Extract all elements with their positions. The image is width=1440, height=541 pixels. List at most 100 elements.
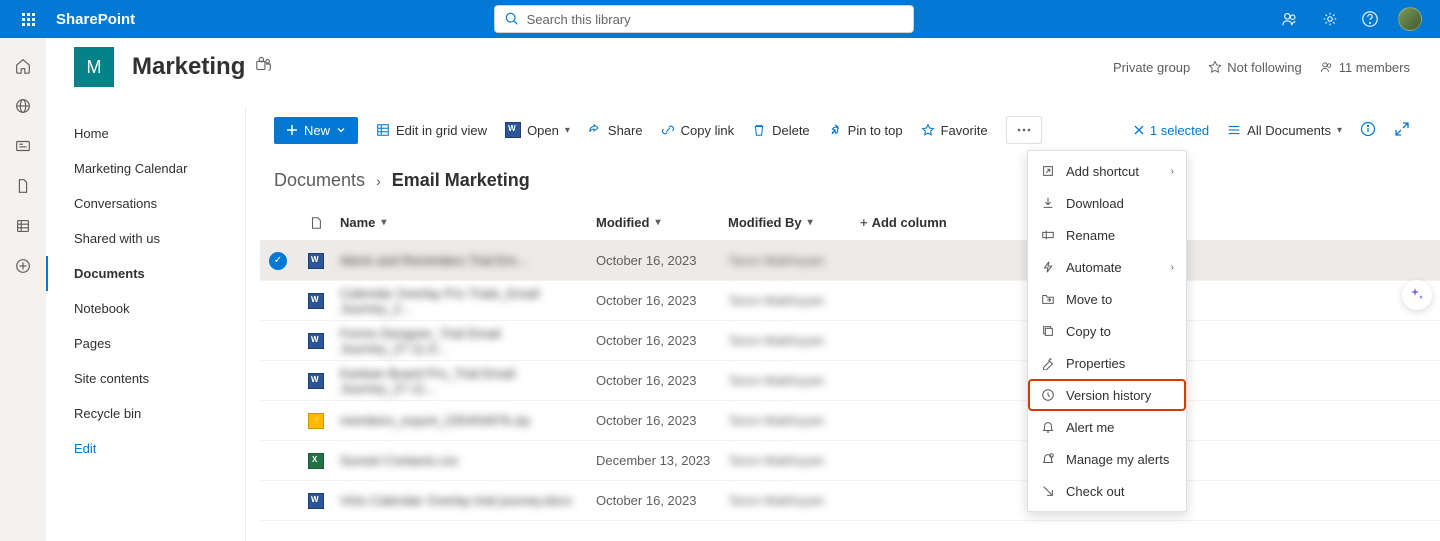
site-title: Marketing <box>132 53 245 81</box>
waffle-icon <box>22 13 35 26</box>
table-row[interactable]: Forms Designer_Trial Email Journey_27.11… <box>260 321 1440 361</box>
menu-item-shortcut[interactable]: Add shortcut› <box>1028 155 1186 187</box>
table-row[interactable]: Kanban Board Pro_Trial Email Journey_27.… <box>260 361 1440 401</box>
site-header: M Marketing Private group Not following … <box>46 38 1440 96</box>
column-modified[interactable]: Modified▾ <box>596 215 728 230</box>
file-type-icon <box>308 293 324 309</box>
help-icon[interactable] <box>1352 0 1388 38</box>
modified-by: Taron Makhoyan <box>728 453 824 468</box>
delete-button[interactable]: Delete <box>752 123 810 138</box>
menu-item-alert[interactable]: Alert me <box>1028 411 1186 443</box>
nav-marketing-calendar[interactable]: Marketing Calendar <box>50 151 245 186</box>
lists-icon[interactable] <box>1 208 45 244</box>
file-name: Sunset Contacts.csv <box>340 453 459 468</box>
more-icon <box>1017 128 1031 132</box>
site-logo[interactable]: M <box>74 47 114 87</box>
globe-icon[interactable] <box>1 88 45 124</box>
menu-item-rename[interactable]: Rename <box>1028 219 1186 251</box>
avatar-button[interactable] <box>1392 0 1428 38</box>
menu-item-automate[interactable]: Automate› <box>1028 251 1186 283</box>
properties-icon <box>1040 355 1056 371</box>
nav-shared-with-us[interactable]: Shared with us <box>50 221 245 256</box>
document-list: Name▾ Modified▾ Modified By▾ +Add column… <box>246 205 1440 521</box>
members-button[interactable]: 11 members <box>1320 60 1410 75</box>
selected-count[interactable]: 1 selected <box>1133 123 1209 138</box>
table-row[interactable]: ✓ Alerts and Reminders Trial Em... Octob… <box>260 241 1440 281</box>
nav-conversations[interactable]: Conversations <box>50 186 245 221</box>
list-icon <box>1227 123 1241 137</box>
menu-item-move[interactable]: Move to <box>1028 283 1186 315</box>
nav-documents[interactable]: Documents <box>46 256 245 291</box>
menu-item-checkout[interactable]: Check out <box>1028 475 1186 507</box>
search-input[interactable] <box>527 12 903 27</box>
menu-item-manage-alerts[interactable]: Manage my alerts <box>1028 443 1186 475</box>
follow-button[interactable]: Not following <box>1208 60 1301 75</box>
table-row[interactable]: Sunset Contacts.csv December 13, 2023 Ta… <box>260 441 1440 481</box>
chevron-right-icon: › <box>1171 262 1174 273</box>
files-icon[interactable] <box>1 168 45 204</box>
copy-link-button[interactable]: Copy link <box>661 123 734 138</box>
table-row[interactable]: Virto Calendar Overlay trial journey.doc… <box>260 481 1440 521</box>
modified-by: Taron Makhoyan <box>728 253 824 268</box>
check-icon[interactable]: ✓ <box>269 252 287 270</box>
table-row[interactable]: Calendar Overlay Pro Trials_Email Journe… <box>260 281 1440 321</box>
column-name[interactable]: Name▾ <box>336 215 596 230</box>
copilot-button[interactable] <box>1402 280 1432 310</box>
breadcrumb-root[interactable]: Documents <box>274 170 365 190</box>
modified-by: Taron Makhoyan <box>728 373 824 388</box>
nav-notebook[interactable]: Notebook <box>50 291 245 326</box>
teams-icon[interactable] <box>255 56 273 79</box>
nav-sidebar: Home Marketing Calendar Conversations Sh… <box>46 108 246 541</box>
menu-item-history[interactable]: Version history <box>1028 379 1186 411</box>
settings-icon[interactable] <box>1312 0 1348 38</box>
home-icon[interactable] <box>1 48 45 84</box>
file-type-icon <box>309 216 323 230</box>
star-icon <box>921 123 935 137</box>
file-name: Kanban Board Pro_Trial Email Journey_27.… <box>340 366 596 396</box>
alert-icon <box>1040 419 1056 435</box>
chevron-down-icon: ▾ <box>808 217 813 228</box>
nav-site-contents[interactable]: Site contents <box>50 361 245 396</box>
menu-item-copy[interactable]: Copy to <box>1028 315 1186 347</box>
menu-item-download[interactable]: Download <box>1028 187 1186 219</box>
modified-date: October 16, 2023 <box>596 293 696 308</box>
modified-by: Taron Makhoyan <box>728 413 824 428</box>
app-launcher-button[interactable] <box>8 0 48 38</box>
link-icon <box>661 123 675 137</box>
members-icon <box>1320 60 1334 74</box>
column-modified-by[interactable]: Modified By▾ <box>728 215 860 230</box>
chevron-down-icon: ▾ <box>565 125 570 136</box>
pin-button[interactable]: Pin to top <box>828 123 903 138</box>
manage-alerts-icon <box>1040 451 1056 467</box>
menu-item-properties[interactable]: Properties <box>1028 347 1186 379</box>
chevron-down-icon: ▾ <box>381 217 386 228</box>
edit-grid-button[interactable]: Edit in grid view <box>376 123 487 138</box>
search-input-wrap[interactable] <box>494 5 914 33</box>
modified-date: December 13, 2023 <box>596 453 710 468</box>
close-icon <box>1133 124 1145 136</box>
new-button[interactable]: New <box>274 117 358 144</box>
create-icon[interactable] <box>1 248 45 284</box>
info-button[interactable] <box>1360 121 1376 140</box>
open-button[interactable]: Open ▾ <box>505 122 570 138</box>
favorite-button[interactable]: Favorite <box>921 123 988 138</box>
nav-pages[interactable]: Pages <box>50 326 245 361</box>
add-column-button[interactable]: +Add column <box>860 215 980 230</box>
move-icon <box>1040 291 1056 307</box>
modified-by: Taron Makhoyan <box>728 293 824 308</box>
file-name: Alerts and Reminders Trial Em... <box>340 253 527 268</box>
share-button[interactable]: Share <box>588 123 643 138</box>
rename-icon <box>1040 227 1056 243</box>
news-icon[interactable] <box>1 128 45 164</box>
nav-edit[interactable]: Edit <box>50 431 245 466</box>
nav-home[interactable]: Home <box>50 116 245 151</box>
brand-label[interactable]: SharePoint <box>56 11 135 28</box>
view-selector[interactable]: All Documents ▾ <box>1227 123 1342 138</box>
more-actions-button[interactable] <box>1006 116 1042 144</box>
people-icon[interactable] <box>1272 0 1308 38</box>
expand-button[interactable] <box>1394 121 1410 140</box>
nav-recycle-bin[interactable]: Recycle bin <box>50 396 245 431</box>
table-row[interactable]: members_export_235454978.zip October 16,… <box>260 401 1440 441</box>
content-area: New Edit in grid view Open ▾ Share Copy … <box>246 108 1440 541</box>
share-icon <box>588 123 602 137</box>
